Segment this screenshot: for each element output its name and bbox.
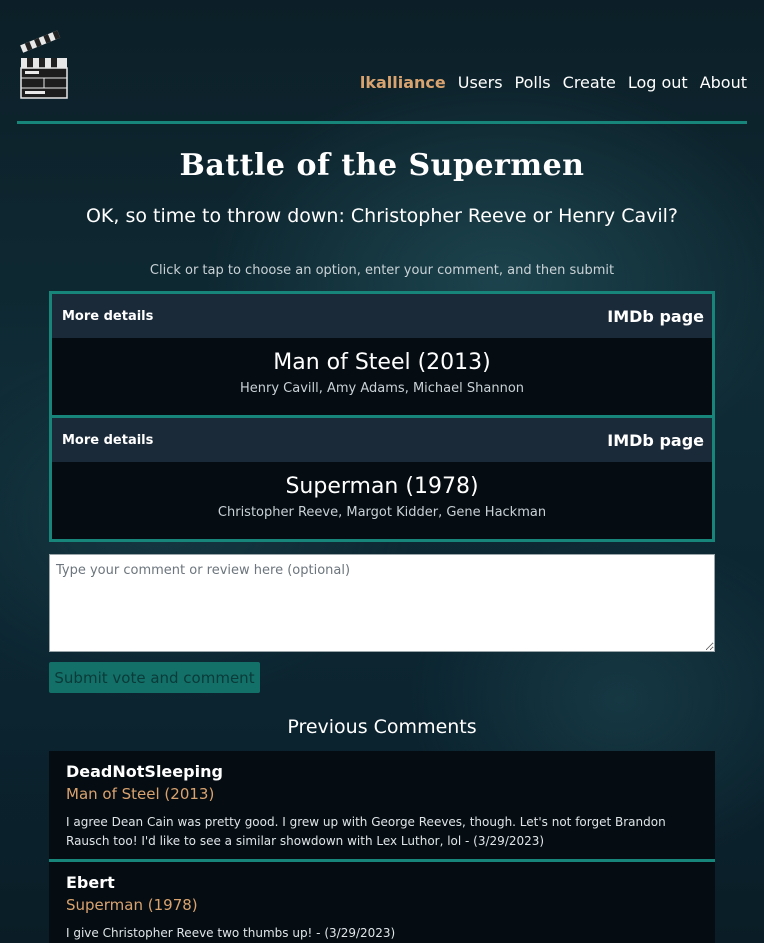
nav-item-polls[interactable]: Polls	[515, 73, 551, 92]
option-film-title: Man of Steel (2013)	[273, 350, 491, 375]
poll-options: More details IMDb page Man of Steel (201…	[49, 291, 715, 542]
poll-question: OK, so time to throw down: Christopher R…	[85, 205, 679, 227]
option-choice[interactable]: Superman (1978) Christopher Reeve, Margo…	[52, 462, 712, 539]
comment-item: DeadNotSleeping Man of Steel (2013) I ag…	[49, 751, 715, 862]
previous-comments-list: DeadNotSleeping Man of Steel (2013) I ag…	[49, 751, 715, 943]
nav-item-create[interactable]: Create	[563, 73, 616, 92]
comment-text: I give Christopher Reeve two thumbs up! …	[66, 926, 396, 940]
imdb-page-link[interactable]: IMDb page	[607, 431, 704, 450]
nav-item-about[interactable]: About	[700, 73, 747, 92]
comment-film: Superman (1978)	[66, 896, 198, 914]
site-header: lkalliance Users Polls Create Log out Ab…	[17, 0, 747, 124]
poll-instructions: Click or tap to choose an option, enter …	[149, 263, 615, 278]
option-choice[interactable]: Man of Steel (2013) Henry Cavill, Amy Ad…	[52, 338, 712, 415]
poll-title: Battle of the Supermen	[179, 148, 585, 183]
comment-film: Man of Steel (2013)	[66, 785, 215, 803]
comment-item: Ebert Superman (1978) I give Christopher…	[49, 862, 715, 943]
poll-option[interactable]: More details IMDb page Man of Steel (201…	[52, 294, 712, 418]
comment-author[interactable]: Ebert	[66, 873, 698, 892]
option-cast: Christopher Reeve, Margot Kidder, Gene H…	[217, 505, 547, 520]
more-details-link[interactable]: More details	[62, 309, 153, 324]
clapperboard-logo-icon[interactable]	[19, 30, 69, 100]
poll-option[interactable]: More details IMDb page Superman (1978) C…	[52, 418, 712, 542]
nav-item-user[interactable]: lkalliance	[360, 73, 446, 92]
previous-comments-heading: Previous Comments	[287, 716, 477, 738]
option-film-title: Superman (1978)	[285, 474, 479, 499]
option-cast: Henry Cavill, Amy Adams, Michael Shannon	[239, 381, 525, 396]
comment-text: I agree Dean Cain was pretty good. I gre…	[66, 815, 666, 848]
nav-item-users[interactable]: Users	[458, 73, 503, 92]
comment-textarea[interactable]	[49, 554, 715, 652]
imdb-page-link[interactable]: IMDb page	[607, 307, 704, 326]
option-header: More details IMDb page	[52, 418, 712, 462]
main-nav: lkalliance Users Polls Create Log out Ab…	[360, 73, 747, 92]
comment-author[interactable]: DeadNotSleeping	[66, 762, 698, 781]
submit-vote-button[interactable]: Submit vote and comment	[49, 662, 260, 693]
more-details-link[interactable]: More details	[62, 433, 153, 448]
nav-item-logout[interactable]: Log out	[628, 73, 688, 92]
option-header: More details IMDb page	[52, 294, 712, 338]
